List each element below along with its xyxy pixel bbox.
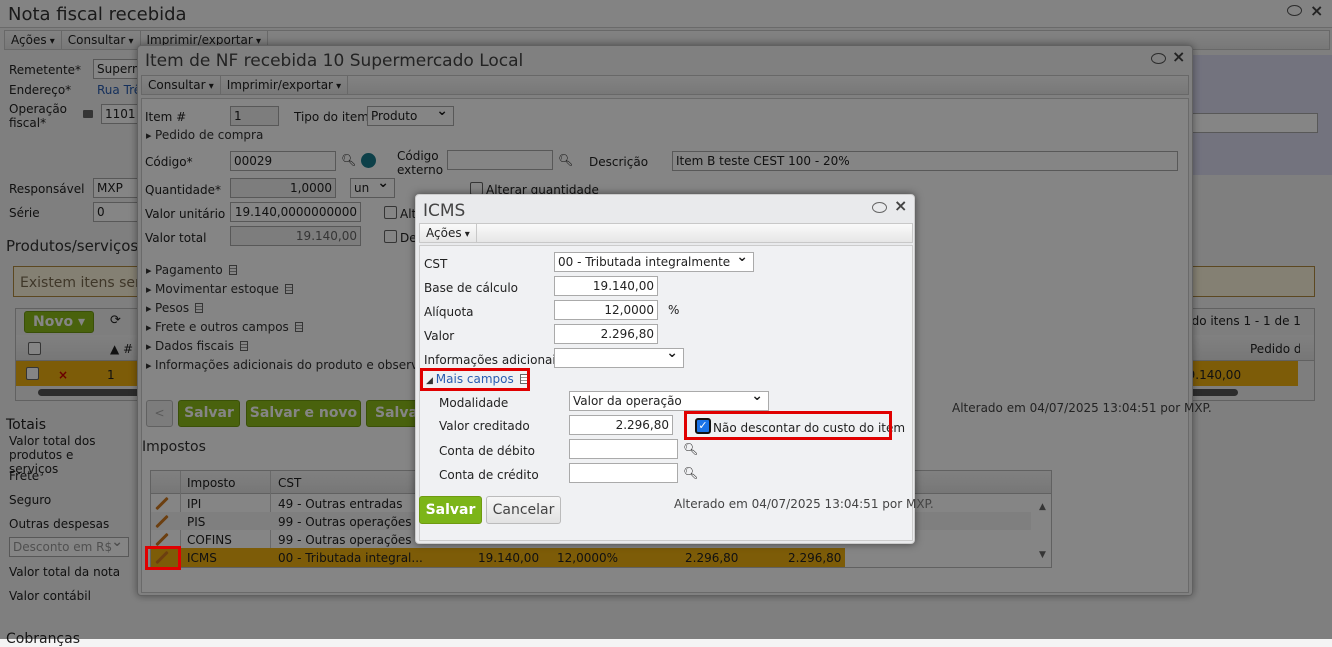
cst-select[interactable]: 00 - Tributada integralmente [554, 252, 754, 272]
icms-alterado-text: Alterado em 04/07/2025 13:04:51 por MXP. [674, 497, 934, 511]
valor-input[interactable]: 2.296,80 [554, 324, 658, 344]
valor-label: Valor [424, 329, 455, 343]
icms-cancelar-button[interactable]: Cancelar [486, 496, 561, 524]
base-label: Base de cálculo [424, 281, 519, 295]
aliquota-input[interactable]: 12,0000 [554, 300, 658, 320]
highlight-nao-descontar [684, 411, 892, 440]
creditado-input[interactable]: 2.296,80 [569, 415, 673, 435]
info-select[interactable] [554, 348, 684, 368]
credito-label: Conta de crédito [439, 468, 539, 482]
close-icon[interactable]: × [894, 196, 907, 215]
creditado-label: Valor creditado [439, 419, 530, 433]
icms-dialog-title: ICMS [423, 201, 466, 221]
debito-label: Conta de débito [439, 444, 536, 458]
percent-label: % [668, 303, 680, 317]
cst-label: CST [424, 257, 448, 271]
debito-input[interactable] [569, 439, 678, 459]
aliquota-label: Alíquota [424, 305, 474, 319]
search-icon[interactable]: 🔍︎ [683, 466, 698, 480]
search-icon[interactable]: 🔍︎ [683, 442, 698, 456]
credito-input[interactable] [569, 463, 678, 483]
modalidade-select[interactable]: Valor da operação [569, 391, 769, 411]
icms-salvar-button[interactable]: Salvar [419, 496, 482, 524]
modalidade-label: Modalidade [439, 396, 509, 410]
menu-acoes[interactable]: Ações [420, 224, 477, 242]
chat-icon[interactable] [872, 202, 887, 213]
highlight-mais-campos [420, 368, 530, 391]
highlight-icms-edit [145, 546, 181, 570]
base-input[interactable]: 19.140,00 [554, 276, 658, 296]
info-label: Informações adicionais [424, 353, 562, 367]
